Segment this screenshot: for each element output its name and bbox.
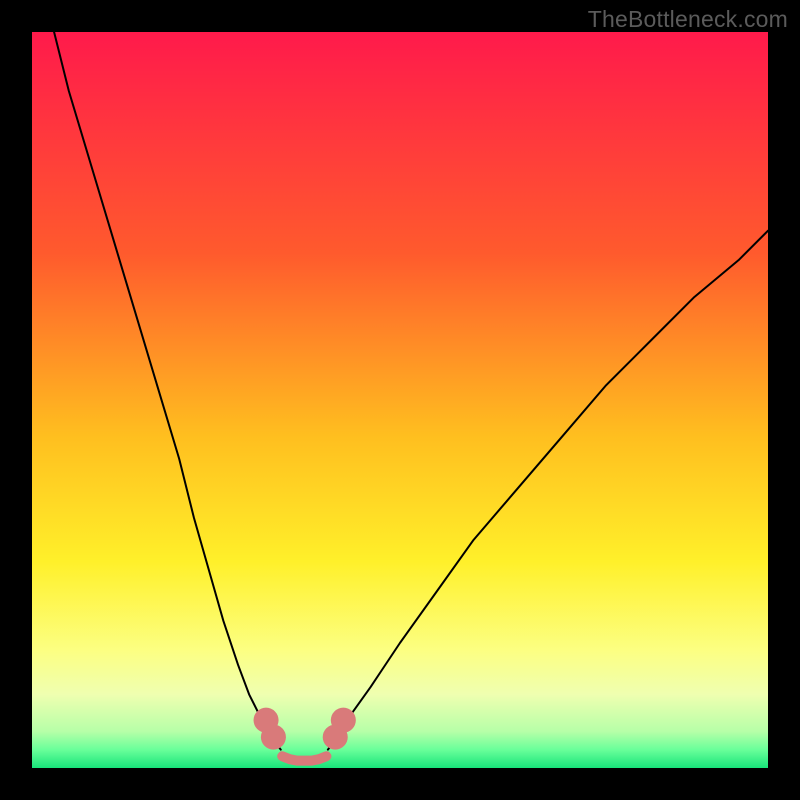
chart-frame: TheBottleneck.com [0,0,800,800]
marker-left-bead-lower [261,725,286,750]
marker-right-bead-lower [323,725,348,750]
watermark-text: TheBottleneck.com [588,6,788,33]
chart-svg [32,32,768,768]
series-valley-floor [282,756,326,760]
gradient-background [32,32,768,768]
plot-area [32,32,768,768]
